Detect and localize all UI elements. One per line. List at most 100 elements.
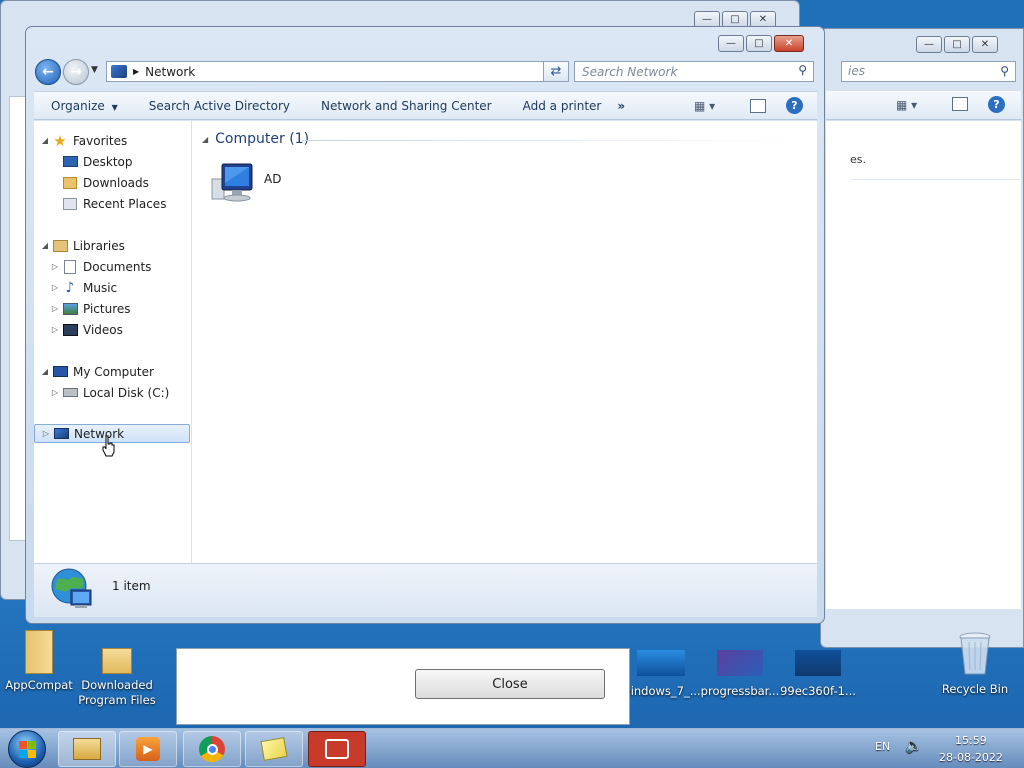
collapsed-arrow-icon[interactable]: ▷	[50, 283, 60, 292]
preview-pane-icon[interactable]	[952, 97, 968, 111]
caption-buttons: — □ ✕	[718, 35, 804, 52]
desktop-icon	[62, 155, 78, 169]
background-window-right-caption-buttons: — □ ✕	[916, 36, 998, 53]
desktop-icon-windows-7[interactable]: windows_7_...	[618, 650, 704, 699]
language-indicator[interactable]: EN	[875, 740, 890, 753]
expanded-arrow-icon[interactable]: ◢	[40, 241, 50, 250]
desktop-icon-recycle-bin[interactable]: Recycle Bin	[932, 632, 1018, 697]
tree-documents[interactable]: ▷ Documents	[50, 257, 151, 276]
recent-pages-chevron-icon[interactable]: ▼	[91, 65, 98, 75]
desktop-icon-label: Downloaded Program Files	[78, 678, 156, 707]
taskbar-notes-button[interactable]	[245, 731, 303, 767]
taskbar: ▶ EN 🔈 15:59 28-08-2022	[0, 728, 1024, 768]
breadcrumb-separator-icon: ▶	[133, 67, 140, 76]
command-bar: Organize ▼ Search Active Directory Netwo…	[34, 91, 817, 120]
background-search-box[interactable]: ies ⚲	[841, 61, 1016, 82]
search-icon: ⚲	[1000, 64, 1009, 78]
refresh-icon: ⇄	[550, 64, 562, 79]
views-icon[interactable]: ▦ ▾	[694, 99, 715, 113]
folder-icon	[25, 630, 53, 674]
collapsed-arrow-icon[interactable]: ▷	[50, 304, 60, 313]
tree-local-disk[interactable]: ▷ Local Disk (C:)	[50, 383, 169, 402]
folder-icon	[102, 648, 132, 674]
desktop-icon-label: Recycle Bin	[941, 682, 1009, 696]
collapse-group-icon[interactable]: ◢	[202, 135, 208, 144]
search-icon[interactable]: ⚲	[798, 63, 807, 77]
tree-videos[interactable]: ▷ Videos	[50, 320, 123, 339]
help-icon[interactable]: ?	[786, 97, 803, 114]
media-player-icon: ▶	[136, 737, 160, 761]
desktop-icon-appcompat[interactable]: AppCompat	[0, 630, 82, 693]
computer-item-ad[interactable]: AD	[210, 161, 281, 205]
tree-favorites[interactable]: ◢ ★ Favorites	[40, 131, 127, 150]
network-icon	[111, 65, 127, 78]
views-icon[interactable]: ▦ ▾	[896, 98, 917, 112]
tree-my-computer[interactable]: ◢ My Computer	[40, 362, 154, 381]
remote-desktop-icon	[325, 739, 349, 759]
start-button[interactable]	[8, 730, 46, 768]
image-file-icon	[795, 650, 841, 676]
tree-label: Pictures	[83, 301, 131, 316]
close-button[interactable]: ✕	[972, 36, 998, 53]
back-button[interactable]: ←	[35, 59, 61, 85]
maximize-button[interactable]: □	[746, 35, 772, 52]
collapsed-arrow-icon[interactable]: ▷	[50, 325, 60, 334]
downloads-folder-icon	[62, 176, 78, 190]
clock-time[interactable]: 15:59	[955, 734, 987, 747]
organize-menu[interactable]: Organize ▼	[34, 99, 132, 113]
desktop-icon-label: 99ec360f-1...	[780, 684, 856, 698]
minimize-button[interactable]: —	[718, 35, 744, 52]
minimize-button[interactable]: —	[916, 36, 942, 53]
details-pane: 1 item	[34, 563, 817, 617]
close-button[interactable]: ✕	[774, 35, 804, 52]
background-window-body: es.	[826, 121, 1021, 609]
tree-libraries[interactable]: ◢ Libraries	[40, 236, 125, 255]
collapsed-arrow-icon[interactable]: ▷	[50, 388, 60, 397]
group-divider	[302, 140, 807, 141]
forward-button[interactable]: →	[63, 59, 89, 85]
clock-date[interactable]: 28-08-2022	[939, 751, 1003, 764]
tree-label: Music	[83, 280, 118, 295]
volume-icon[interactable]: 🔈	[905, 738, 922, 754]
desktop-icon-downloaded-program-files[interactable]: Downloaded Program Files	[74, 648, 160, 708]
documents-icon	[62, 259, 78, 274]
explorer-window: — □ ✕ ← → ▼ ▶ Network ▼ ⇄ Search Network…	[25, 26, 825, 624]
group-header[interactable]: ◢ Computer (1)	[202, 131, 309, 147]
add-printer-button[interactable]: Add a printer	[506, 99, 616, 113]
chrome-icon	[199, 736, 225, 762]
help-icon[interactable]: ?	[988, 96, 1005, 113]
music-icon: ♪	[65, 279, 75, 296]
taskbar-remote-app-button[interactable]	[308, 731, 366, 767]
taskbar-media-player-button[interactable]: ▶	[119, 731, 177, 767]
expanded-arrow-icon[interactable]: ◢	[40, 136, 50, 145]
desktop-icon-progressbar[interactable]: progressbar...	[697, 650, 783, 699]
taskbar-chrome-button[interactable]	[183, 731, 241, 767]
search-active-directory-button[interactable]: Search Active Directory	[132, 99, 304, 113]
more-commands-button[interactable]: »	[615, 99, 639, 113]
recent-places-icon	[62, 197, 78, 211]
tree-music[interactable]: ▷ ♪ Music	[50, 278, 117, 297]
tree-label: Downloads	[83, 175, 149, 190]
tree-desktop[interactable]: Desktop	[50, 152, 133, 171]
expanded-arrow-icon[interactable]: ◢	[40, 367, 50, 376]
close-dialog-button[interactable]: Close	[415, 669, 605, 699]
address-bar[interactable]: ▶ Network ▼	[106, 61, 568, 82]
tree-pictures[interactable]: ▷ Pictures	[50, 299, 131, 318]
tree-recent-places[interactable]: Recent Places	[50, 194, 166, 213]
navigation-pane: ◢ ★ Favorites Desktop Downloads Recent P…	[34, 121, 192, 563]
refresh-button[interactable]: ⇄	[543, 61, 569, 82]
network-sharing-center-button[interactable]: Network and Sharing Center	[304, 99, 506, 113]
desktop-icon-99ec360f[interactable]: 99ec360f-1...	[775, 650, 861, 699]
background-search-text: ies	[848, 64, 865, 78]
breadcrumb-network[interactable]: Network	[145, 65, 195, 79]
search-box[interactable]: Search Network ⚲	[574, 61, 814, 82]
preview-pane-icon[interactable]	[750, 99, 766, 113]
desktop-icon-label: AppCompat	[5, 678, 73, 692]
maximize-button[interactable]: □	[944, 36, 970, 53]
collapsed-arrow-icon[interactable]: ▷	[50, 262, 60, 271]
network-globe-icon	[51, 568, 92, 608]
collapsed-arrow-icon[interactable]: ▷	[41, 429, 51, 438]
taskbar-explorer-button[interactable]	[58, 731, 116, 767]
tree-label: Videos	[83, 322, 123, 337]
tree-downloads[interactable]: Downloads	[50, 173, 149, 192]
